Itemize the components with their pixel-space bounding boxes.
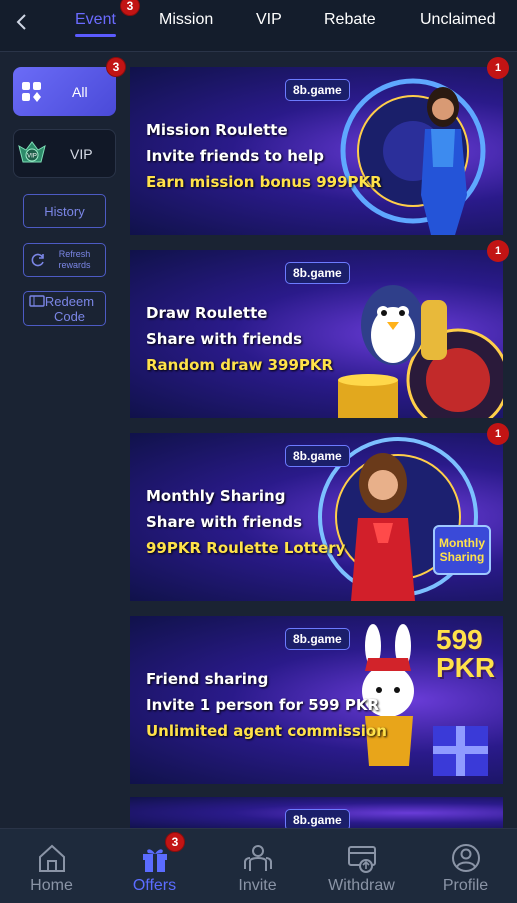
redeem-code-button[interactable]: Redeem Code: [23, 291, 106, 326]
nav-withdraw-label: Withdraw: [328, 877, 395, 894]
profile-icon: [451, 844, 480, 872]
category-all-badge: 3: [106, 57, 126, 77]
tab-event-badge: 3: [120, 0, 140, 16]
redeem-code-label: Redeem Code: [44, 293, 95, 324]
nav-withdraw[interactable]: Withdraw: [310, 829, 413, 903]
banner-reward: 99PKR Roulette Lottery: [146, 539, 346, 557]
banner-title: Friend sharing: [146, 670, 269, 688]
banner-title: Draw Roulette: [146, 304, 268, 322]
banner-friend-sharing[interactable]: 599 PKR 8b.game Friend sharing Invite 1 …: [130, 616, 503, 784]
banner-subtitle: Invite 1 person for 599 PKR: [146, 696, 379, 714]
banner-monthly-sharing[interactable]: Monthly Sharing 8b.game Monthly Sharing …: [130, 433, 503, 601]
nav-offers[interactable]: Offers: [103, 829, 206, 903]
brand-logo: 8b.game: [285, 79, 350, 101]
tab-unclaimed[interactable]: Unclaimed: [420, 11, 496, 29]
banner-subtitle: Share with friends: [146, 330, 303, 348]
nav-profile-label: Profile: [442, 877, 489, 894]
tab-vip[interactable]: VIP: [256, 11, 282, 29]
banner-draw-roulette[interactable]: 8b.game Draw Roulette Share with friends…: [130, 250, 503, 418]
category-vip-button[interactable]: VIP VIP: [13, 129, 116, 178]
brand-logo: 8b.game: [285, 809, 350, 829]
banner-subtitle: Share with friends: [146, 513, 303, 531]
back-button[interactable]: [8, 8, 36, 36]
banner-reward: Random draw 399PKR: [146, 356, 334, 374]
nav-invite-label: Invite: [238, 877, 277, 894]
banner-title: Monthly Sharing: [146, 487, 286, 505]
gift-icon: [142, 849, 167, 872]
nav-profile[interactable]: Profile: [414, 829, 517, 903]
refresh-icon: [31, 253, 44, 267]
banner-title: Mission Roulette: [146, 121, 288, 139]
bottom-navigation: Home Offers 3 Invite Withdraw Profile: [0, 828, 517, 903]
banner-subtitle: Invite friends to help: [146, 147, 324, 165]
nav-offers-badge: 3: [165, 832, 185, 852]
nav-invite[interactable]: Invite: [206, 829, 309, 903]
banner-badge: 1: [487, 57, 509, 79]
category-all-button[interactable]: All: [13, 67, 116, 116]
promo-currency: PKR: [436, 652, 496, 683]
banner-partial[interactable]: 8b.game: [130, 797, 503, 829]
refresh-rewards-button[interactable]: Refresh rewards: [23, 243, 106, 277]
tab-mission[interactable]: Mission: [159, 11, 213, 29]
category-sidebar: All 3 VIP VIP History Refresh rewards Re…: [0, 53, 126, 828]
brand-logo: 8b.game: [285, 628, 350, 650]
banner-badge: 1: [487, 240, 509, 262]
vip-crest-icon: VIP: [18, 140, 46, 162]
refresh-rewards-label: Refresh rewards: [58, 249, 91, 270]
brand-logo: 8b.game: [285, 445, 350, 467]
tab-vip-label: VIP: [256, 11, 282, 28]
tab-rebate-label: Rebate: [324, 11, 376, 28]
withdraw-wallet-icon: [347, 846, 376, 873]
tab-event-label: Event: [75, 11, 116, 28]
nav-offers-label: Offers: [132, 877, 177, 894]
nav-home-label: Home: [30, 877, 73, 894]
nav-home[interactable]: Home: [0, 829, 103, 903]
monthly-sharing-tag: Monthly Sharing: [433, 525, 491, 575]
history-label: History: [44, 203, 85, 219]
brand-logo: 8b.game: [285, 262, 350, 284]
banner-mission-roulette[interactable]: 8b.game Mission Roulette Invite friends …: [130, 67, 503, 235]
category-vip-label: VIP: [70, 145, 93, 162]
tab-mission-label: Mission: [159, 11, 214, 28]
banner-reward: Earn mission bonus 999PKR: [146, 173, 382, 191]
tab-unclaimed-label: Unclaimed: [420, 11, 496, 28]
grid-apps-icon: [22, 81, 41, 102]
banner-badge: 1: [487, 423, 509, 445]
invite-people-icon: [243, 845, 272, 871]
category-all-label: All: [72, 83, 88, 100]
ticket-icon: [29, 295, 45, 307]
tab-event[interactable]: Event: [75, 11, 116, 37]
banner-reward: Unlimited agent commission: [146, 722, 387, 740]
history-button[interactable]: History: [23, 194, 106, 228]
top-tab-bar: Event 3 Mission VIP Rebate Unclaimed: [0, 0, 517, 52]
tab-rebate[interactable]: Rebate: [324, 11, 376, 29]
chevron-left-icon: [16, 14, 26, 30]
home-icon: [38, 844, 65, 872]
vip-crest-text: VIP: [27, 153, 37, 159]
